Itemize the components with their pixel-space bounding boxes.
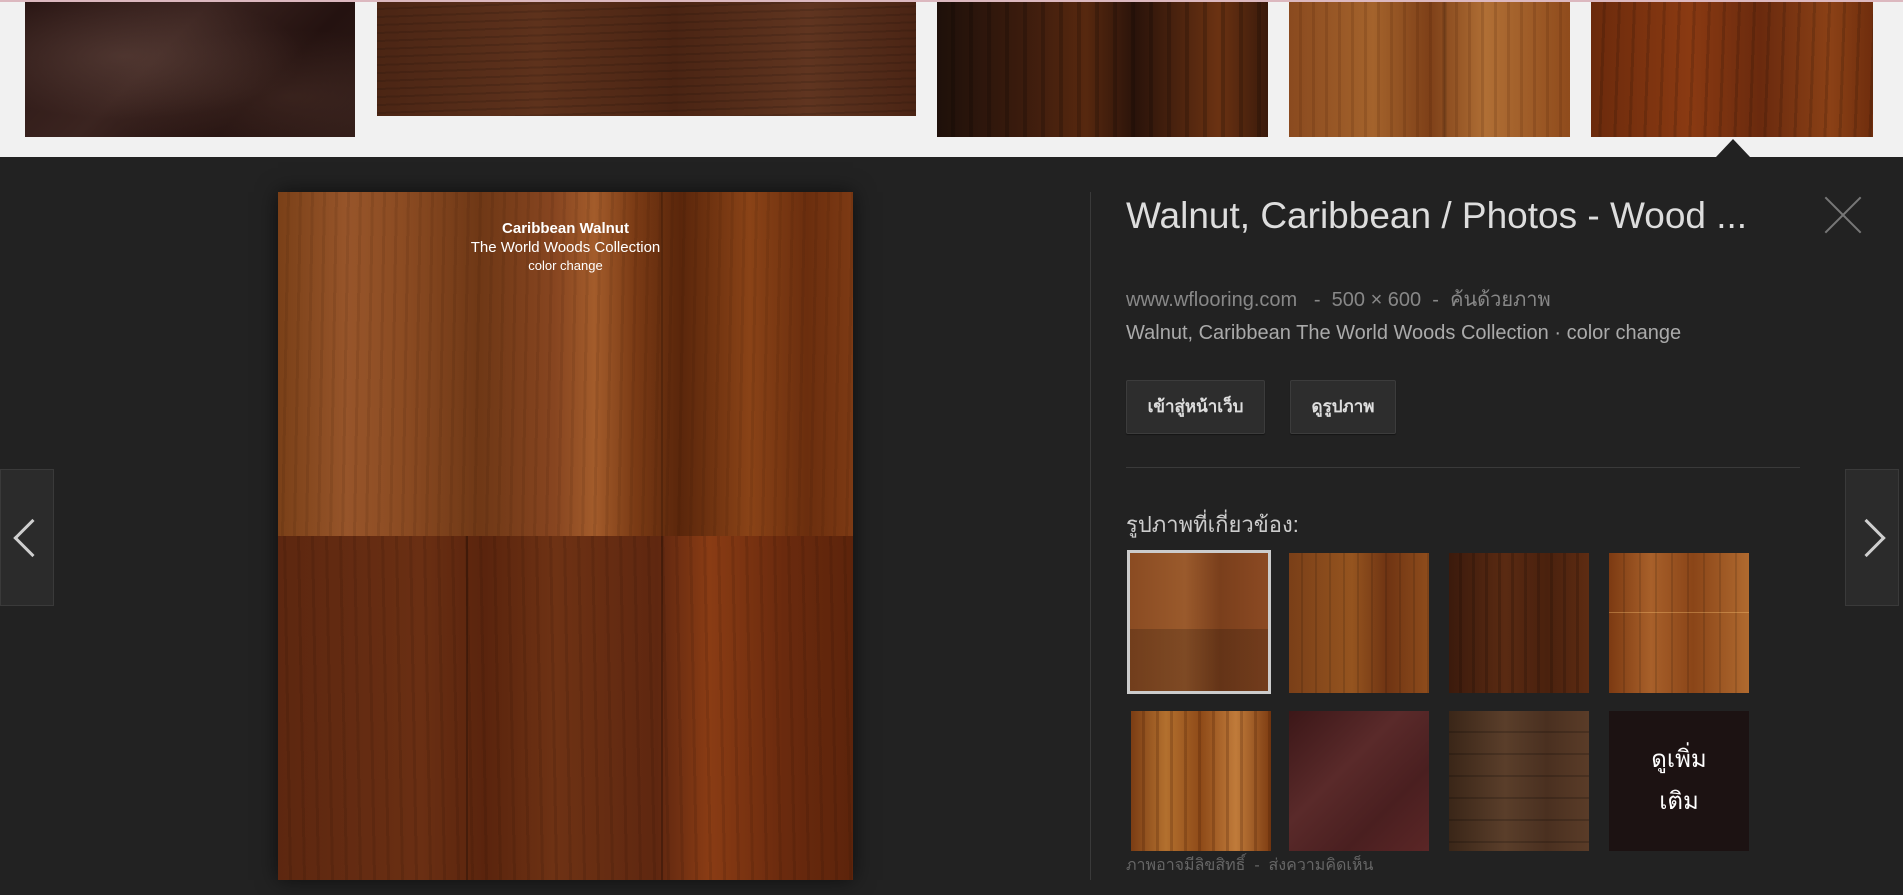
related-image-5[interactable] bbox=[1131, 711, 1271, 851]
meta-separator: - bbox=[1313, 289, 1321, 311]
related-image-7[interactable] bbox=[1449, 711, 1589, 851]
related-image-2[interactable] bbox=[1289, 553, 1429, 693]
image-caption-title: Caribbean Walnut bbox=[502, 220, 629, 237]
image-caption-collection: The World Woods Collection bbox=[470, 239, 661, 256]
visit-page-button[interactable]: เข้าสู่หน้าเว็บ bbox=[1126, 380, 1265, 434]
wood-lower-board bbox=[278, 536, 853, 880]
source-domain[interactable]: www.wflooring.com bbox=[1126, 289, 1297, 312]
chevron-left-icon bbox=[13, 518, 52, 557]
image-meta: www.wflooring.com - 500 × 600 - ค้นด้วยภ… bbox=[1126, 283, 1551, 315]
next-image-button[interactable] bbox=[1845, 469, 1899, 606]
related-image-6[interactable] bbox=[1289, 711, 1429, 851]
panel-divider bbox=[1090, 192, 1091, 880]
results-strip bbox=[0, 0, 1903, 157]
image-caption-note: color change bbox=[528, 258, 603, 273]
previous-image-button[interactable] bbox=[0, 469, 54, 606]
see-more-button[interactable]: ดูเพิ่มเติม bbox=[1609, 711, 1749, 851]
view-image-button[interactable]: ดูรูปภาพ bbox=[1290, 380, 1396, 434]
result-thumbnail-leather[interactable] bbox=[25, 2, 355, 137]
image-description: Walnut, Caribbean The World Woods Collec… bbox=[1126, 322, 1682, 344]
result-thumbnail-dark-wood-plank[interactable] bbox=[377, 2, 916, 116]
copyright-notice: ภาพอาจมีลิขสิทธิ์ bbox=[1126, 857, 1246, 874]
search-by-image-link[interactable]: ค้นด้วยภาพ bbox=[1450, 283, 1551, 315]
preview-image[interactable]: Caribbean Walnut The World Woods Collect… bbox=[278, 192, 853, 880]
see-more-label: ดูเพิ่มเติม bbox=[1651, 746, 1707, 815]
result-thumbnail-caribbean-walnut[interactable] bbox=[1591, 2, 1873, 137]
close-icon[interactable] bbox=[1822, 192, 1866, 236]
board-seam bbox=[466, 536, 468, 880]
board-seam bbox=[661, 536, 663, 880]
result-thumbnail-light-walnut[interactable] bbox=[1289, 2, 1570, 137]
image-title[interactable]: Walnut, Caribbean / Photos - Wood ... bbox=[1126, 195, 1806, 237]
related-image-4[interactable] bbox=[1609, 553, 1749, 693]
result-thumbnail-dark-walnut[interactable] bbox=[937, 2, 1268, 137]
chevron-right-icon bbox=[1847, 518, 1886, 557]
image-dimensions: 500 × 600 bbox=[1331, 289, 1422, 311]
related-images-heading: รูปภาพที่เกี่ยวข้อง: bbox=[1126, 512, 1299, 537]
meta-separator: - bbox=[1432, 289, 1439, 311]
related-image-1[interactable] bbox=[1127, 550, 1271, 694]
section-divider bbox=[1126, 467, 1800, 468]
related-image-3[interactable] bbox=[1449, 553, 1589, 693]
image-caption: Caribbean Walnut The World Woods Collect… bbox=[278, 220, 853, 274]
send-feedback-link[interactable]: ส่งความคิดเห็น bbox=[1269, 853, 1374, 878]
image-preview-panel: Caribbean Walnut The World Woods Collect… bbox=[0, 157, 1903, 895]
selected-pointer bbox=[1716, 139, 1750, 157]
footer-separator: - bbox=[1254, 857, 1260, 874]
preview-footer: ภาพอาจมีลิขสิทธิ์ - ส่งความคิดเห็น bbox=[1126, 853, 1373, 878]
